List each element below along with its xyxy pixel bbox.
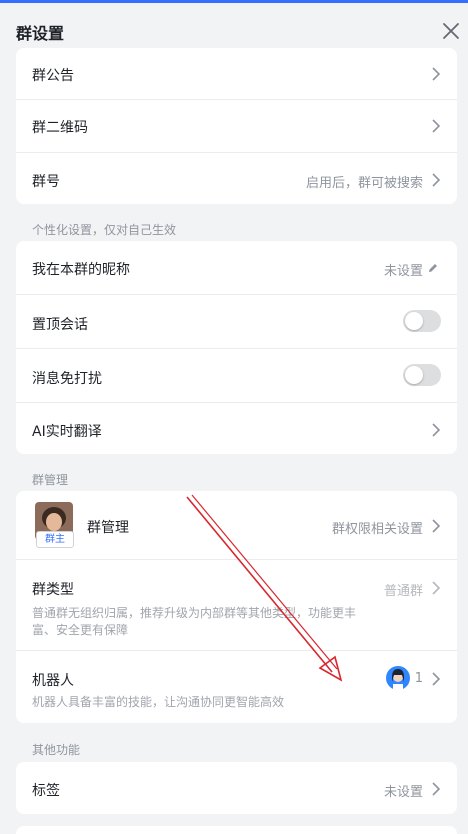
chevron-right-icon <box>432 581 441 595</box>
other-section-label: 其他功能 <box>32 743 81 757</box>
owner-badge: 群主 <box>36 531 74 548</box>
group-type-value: 普通群 <box>383 584 423 599</box>
management-card: 群主 群管理 群权限相关设置 群类型 普通群 普通群无组织归属，推荐升级为内部群… <box>16 491 457 723</box>
pencil-icon[interactable] <box>427 262 439 274</box>
group-announcement-label: 群公告 <box>32 68 74 84</box>
group-qrcode-label: 群二维码 <box>32 120 88 136</box>
tags-value: 未设置 <box>383 785 423 800</box>
next-card-edge <box>16 826 457 834</box>
group-info-card: 群公告 群二维码 群号 启用后，群可被搜索 <box>16 48 457 204</box>
management-section-label: 群管理 <box>32 473 69 487</box>
group-admin-row[interactable]: 群主 群管理 群权限相关设置 <box>16 491 457 560</box>
owner-badge-label: 群主 <box>45 534 65 545</box>
nickname-row[interactable]: 我在本群的昵称 未设置 <box>16 241 457 295</box>
bot-avatar-icon <box>386 666 410 690</box>
pin-chat-toggle[interactable] <box>403 310 441 332</box>
dialog-title: 群设置 <box>16 24 65 43</box>
ai-translate-row[interactable]: AI实时翻译 <box>16 403 457 454</box>
close-icon[interactable] <box>438 18 464 44</box>
pin-chat-label: 置顶会话 <box>32 317 88 333</box>
bots-row[interactable]: 机器人 机器人具备丰富的技能，让沟通协同更智能高效 1 <box>16 651 457 723</box>
group-type-description-line1: 普通群无组织归属，推荐升级为内部群等其他类型，功能更丰 <box>32 606 357 620</box>
group-number-label: 群号 <box>32 174 60 190</box>
group-announcement-row[interactable]: 群公告 <box>16 48 457 100</box>
chevron-right-icon <box>432 672 441 686</box>
group-type-row[interactable]: 群类型 普通群 普通群无组织归属，推荐升级为内部群等其他类型，功能更丰 富、安全… <box>16 560 457 651</box>
personal-settings-card: 我在本群的昵称 未设置 置顶会话 消息免打扰 AI实时翻译 <box>16 241 457 454</box>
group-qrcode-row[interactable]: 群二维码 <box>16 100 457 153</box>
nickname-value: 未设置 <box>383 264 423 279</box>
tags-row[interactable]: 标签 未设置 <box>16 762 457 814</box>
chevron-right-icon <box>432 782 441 796</box>
group-admin-label: 群管理 <box>87 520 129 536</box>
group-number-row[interactable]: 群号 启用后，群可被搜索 <box>16 153 457 204</box>
other-card: 标签 未设置 <box>16 762 457 814</box>
group-admin-value: 群权限相关设置 <box>331 522 423 537</box>
group-type-description-line2: 富、安全更有保障 <box>32 623 129 637</box>
mute-row: 消息免打扰 <box>16 349 457 403</box>
tags-label: 标签 <box>32 783 60 799</box>
pin-chat-row: 置顶会话 <box>16 295 457 349</box>
bots-description: 机器人具备丰富的技能，让沟通协同更智能高效 <box>32 695 285 709</box>
ai-translate-label: AI实时翻译 <box>32 424 102 440</box>
chevron-right-icon <box>432 67 441 81</box>
chevron-right-icon <box>432 423 441 437</box>
chevron-right-icon <box>432 519 441 533</box>
group-number-value: 启用后，群可被搜索 <box>305 176 423 191</box>
bots-label: 机器人 <box>32 673 74 689</box>
group-type-label: 群类型 <box>32 582 74 598</box>
chevron-right-icon <box>432 173 441 187</box>
dialog-header: 群设置 <box>0 3 468 53</box>
nickname-label: 我在本群的昵称 <box>32 262 130 278</box>
mute-toggle[interactable] <box>403 364 441 386</box>
chevron-right-icon <box>432 119 441 133</box>
mute-label: 消息免打扰 <box>32 371 102 387</box>
bots-count: 1 <box>414 671 423 686</box>
personal-section-label: 个性化设置，仅对自己生效 <box>32 223 177 237</box>
